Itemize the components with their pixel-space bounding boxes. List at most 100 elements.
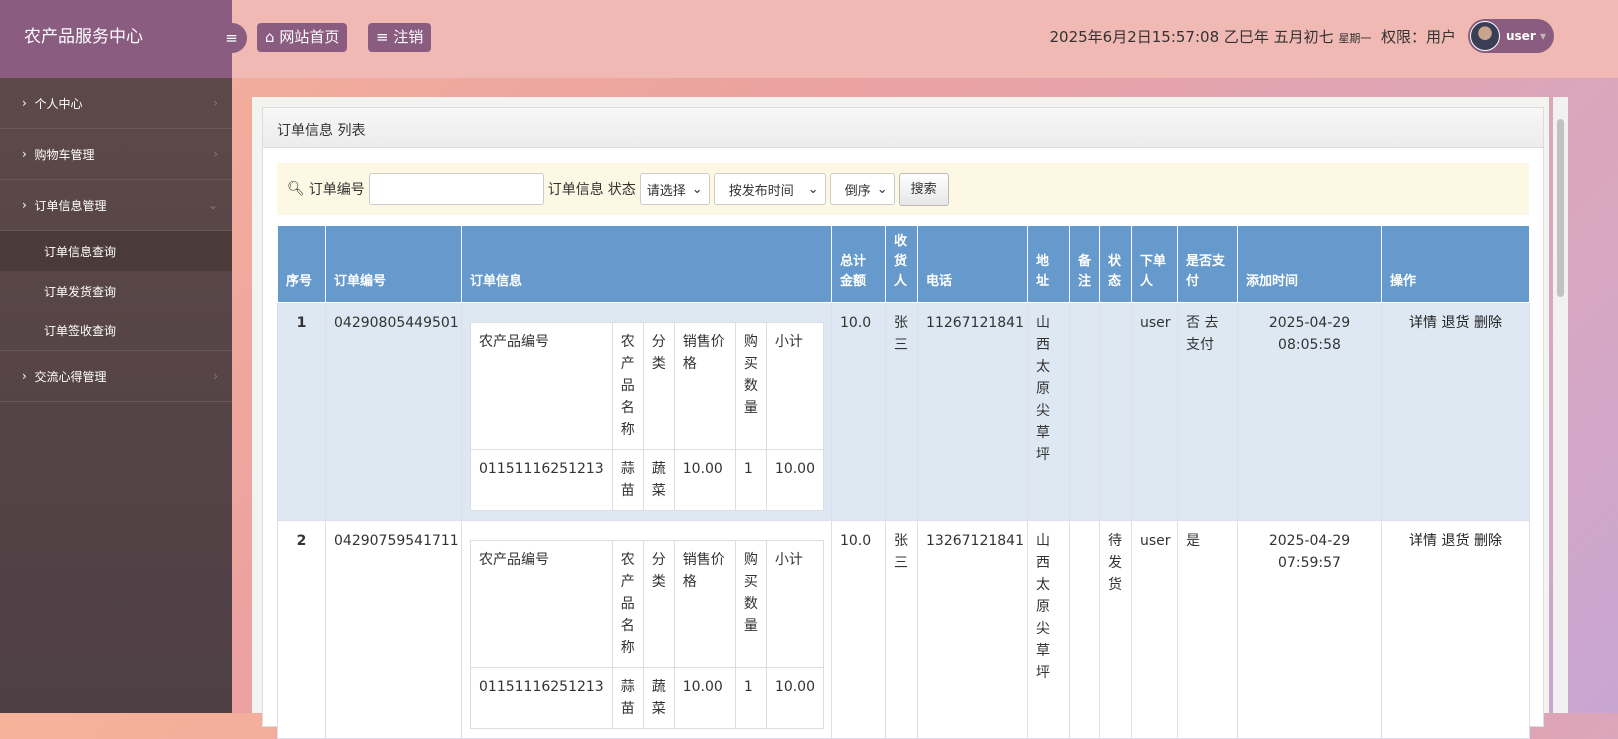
logout-button[interactable]: ≡ 注销	[368, 23, 431, 52]
order-select[interactable]: 倒序 ⌄	[830, 173, 895, 205]
phone: 11267121841	[926, 315, 1024, 331]
phone: 13267121841	[926, 533, 1024, 549]
label: 注销	[393, 28, 423, 46]
inner-header: 销售价格	[674, 541, 735, 668]
sidebar-sub-receipt-query[interactable]: 订单签收查询	[0, 311, 232, 351]
label: 订单信息管理	[34, 197, 106, 214]
date: 2025-04-29	[1269, 533, 1350, 549]
sort-select[interactable]: 按发布时间 ⌄	[714, 173, 826, 205]
inner-header: 农产品编号	[471, 323, 613, 450]
label: 网站首页	[279, 28, 339, 46]
row-number: 1	[297, 315, 307, 331]
cell: 1	[278, 303, 326, 521]
column-header: 状态	[1100, 226, 1132, 303]
chevron-down-icon: ⌄	[208, 198, 218, 212]
role: 权限：用户	[1381, 28, 1456, 46]
inner-cell: 10.00	[766, 668, 823, 729]
cell: 张三	[886, 303, 918, 521]
label: 个人中心	[34, 95, 82, 112]
inner-cell: 10.00	[674, 668, 735, 729]
order-list-panel: 订单信息 列表 🔍︎ 订单编号 订单信息 状态 请选择⌄ 按发布时间⌄ 倒序⌄ …	[262, 107, 1544, 727]
cell: 农产品编号农产品名称分类销售价格购买数量小计01151116251213蒜苗蔬菜…	[462, 521, 832, 739]
inner-header: 农产品名称	[612, 541, 643, 668]
status: 待发货	[1108, 530, 1122, 596]
inner-cell: 蔬菜	[643, 450, 674, 511]
header-info: 2025年6月2日15:57:08 乙巳年 五月初七 星期一 权限：用户	[1049, 26, 1456, 47]
cell: 待发货	[1100, 521, 1132, 739]
cell: 2	[278, 521, 326, 739]
user-menu[interactable]: user ▾	[1468, 19, 1554, 53]
cell: 10.0	[832, 303, 886, 521]
cell	[1100, 303, 1132, 521]
row-number: 2	[297, 533, 307, 549]
action-return-link[interactable]: 退货	[1442, 533, 1470, 549]
sidebar-item-cart[interactable]: › 购物车管理›	[0, 129, 232, 180]
column-header: 备注	[1070, 226, 1100, 303]
order-items-table: 农产品编号农产品名称分类销售价格购买数量小计01151116251213蒜苗蔬菜…	[470, 322, 824, 511]
menu-toggle-icon[interactable]: ≡	[216, 23, 247, 53]
action-delete-link[interactable]: 删除	[1474, 315, 1502, 331]
inner-cell: 01151116251213	[471, 450, 613, 511]
action-detail-link[interactable]: 详情	[1409, 533, 1437, 549]
action-delete-link[interactable]: 删除	[1474, 533, 1502, 549]
cell: user	[1132, 521, 1178, 739]
total-amount: 10.0	[840, 315, 871, 331]
cell	[1070, 521, 1100, 739]
sidebar-item-personal[interactable]: › 个人中心›	[0, 78, 232, 129]
search-button[interactable]: 搜索	[899, 173, 949, 206]
inner-header: 农产品编号	[471, 541, 613, 668]
scrollbar-thumb[interactable]	[1557, 119, 1564, 297]
table-row: 104290805449501农产品编号农产品名称分类销售价格购买数量小计011…	[278, 303, 1530, 521]
column-header: 是否支付	[1178, 226, 1238, 303]
action-detail-link[interactable]: 详情	[1409, 315, 1437, 331]
cell: 详情 退货 删除	[1382, 303, 1530, 521]
chevron-down-icon: ⌄	[877, 182, 888, 197]
label: 购物车管理	[34, 146, 94, 163]
chevron-down-icon: ⌄	[692, 182, 703, 197]
caret-down-icon: ▾	[1540, 29, 1546, 43]
chevron-down-icon: ⌄	[808, 182, 819, 197]
status-select[interactable]: 请选择 ⌄	[640, 173, 710, 205]
receiver: 张三	[894, 312, 908, 356]
total-amount: 10.0	[840, 533, 871, 549]
column-header: 订单编号	[326, 226, 462, 303]
inner-header: 分类	[643, 541, 674, 668]
sidebar-sub-order-query[interactable]: 订单信息查询	[0, 231, 232, 271]
paid-status: 否	[1186, 315, 1200, 331]
inner-cell: 蒜苗	[612, 450, 643, 511]
sidebar-item-exchange[interactable]: › 交流心得管理›	[0, 351, 232, 402]
cell: 13267121841	[918, 521, 1028, 739]
sidebar-item-orders[interactable]: › 订单信息管理⌄	[0, 180, 232, 231]
cell: 否 去支付	[1178, 303, 1238, 521]
inner-header: 农产品名称	[612, 323, 643, 450]
cell: 04290805449501	[326, 303, 462, 521]
inner-cell: 10.00	[766, 450, 823, 511]
value: 请选择	[647, 180, 686, 199]
order-user: user	[1140, 315, 1171, 331]
inner-header: 分类	[643, 323, 674, 450]
search-icon: 🔍︎	[287, 181, 305, 197]
weekday: 星期一	[1338, 32, 1371, 45]
order-no-input[interactable]	[369, 173, 544, 205]
order-info-label: 订单信息	[548, 179, 604, 199]
time: 07:59:57	[1278, 555, 1341, 571]
search-bar: 🔍︎ 订单编号 订单信息 状态 请选择⌄ 按发布时间⌄ 倒序⌄ 搜索	[277, 163, 1529, 215]
value: 倒序	[837, 180, 871, 199]
column-header: 收货人	[886, 226, 918, 303]
label: 交流心得管理	[34, 368, 106, 385]
cell: 农产品编号农产品名称分类销售价格购买数量小计01151116251213蒜苗蔬菜…	[462, 303, 832, 521]
orders-table: 序号订单编号订单信息总计金额收货人电话地址备注状态下单人是否支付添加时间操作 1…	[277, 225, 1530, 739]
datetime: 2025年6月2日15:57:08 乙巳年 五月初七	[1049, 28, 1333, 46]
value: 按发布时间	[721, 180, 794, 199]
scrollbar[interactable]	[1553, 97, 1568, 713]
home-button[interactable]: ⌂ 网站首页	[257, 23, 347, 52]
date: 2025-04-29	[1269, 315, 1350, 331]
action-return-link[interactable]: 退货	[1442, 315, 1470, 331]
cell: 04290759541711	[326, 521, 462, 739]
inner-header: 小计	[766, 541, 823, 668]
avatar	[1470, 21, 1500, 51]
inner-cell: 蔬菜	[643, 668, 674, 729]
sidebar-sub-shipping-query[interactable]: 订单发货查询	[0, 271, 232, 311]
inner-header: 小计	[766, 323, 823, 450]
order-items-table: 农产品编号农产品名称分类销售价格购买数量小计01151116251213蒜苗蔬菜…	[470, 540, 824, 729]
